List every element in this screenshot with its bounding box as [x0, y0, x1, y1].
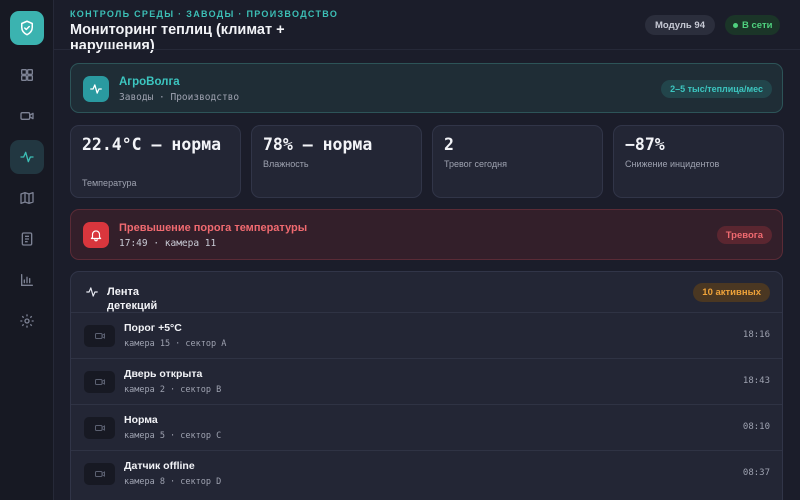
stat-label: Температура [82, 178, 137, 188]
row-title: Норма [124, 414, 158, 426]
app-logo[interactable] [10, 11, 44, 45]
activity-icon [20, 151, 34, 163]
stat-value: 22.4°C — норма [82, 135, 222, 154]
alert-badge: Тревога [716, 226, 772, 244]
status-badge: В сети [725, 15, 781, 35]
alert-title: Превышение порога температуры [119, 222, 308, 234]
online-dot-icon [733, 22, 738, 28]
feed-row[interactable]: Норма камера 5 · сектор C 08:10 [71, 404, 782, 450]
sidebar-item-settings[interactable] [10, 304, 44, 338]
row-time: 18:16 [742, 330, 770, 340]
sidebar-item-map[interactable] [10, 181, 44, 215]
price-badge: 2–5 тыс/теплица/мес [661, 80, 772, 98]
org-name: АгроВолга [119, 76, 180, 88]
sidebar-item-analytics[interactable] [10, 263, 44, 297]
document-icon [21, 232, 33, 246]
settings-icon [20, 314, 34, 328]
map-icon [20, 192, 34, 204]
row-thumbnail [84, 325, 115, 347]
alert-subtitle: 17:49 · камера 11 [119, 238, 217, 249]
row-subtitle: камера 5 · сектор C [124, 431, 222, 441]
alert-banner[interactable]: Превышение порога температуры 17:49 · ка… [70, 209, 783, 260]
row-time: 08:37 [742, 468, 770, 478]
header-divider [54, 49, 800, 50]
row-thumbnail [84, 371, 115, 393]
sidebar-item-dashboard[interactable] [10, 58, 44, 92]
bell-icon [90, 230, 102, 242]
row-time: 18:43 [742, 376, 770, 386]
feed-row[interactable]: Порог +5°C камера 15 · сектор A 18:16 [71, 312, 782, 358]
stat-value: 2 [444, 135, 454, 154]
camera-icon [94, 471, 105, 477]
detection-feed: Лента детекций 10 активных Порог +5°C ка… [70, 271, 783, 500]
row-subtitle: камера 2 · сектор B [124, 385, 222, 395]
feed-row[interactable]: Дверь открыта камера 2 · сектор B 18:43 [71, 358, 782, 404]
row-subtitle: камера 8 · сектор D [124, 477, 222, 487]
dashboard-icon [21, 69, 33, 81]
sidebar-item-reports[interactable] [10, 222, 44, 256]
stat-card-alarms: 2 Тревог сегодня [432, 125, 603, 198]
alert-icon-box [83, 222, 109, 248]
stat-label: Влажность [263, 159, 309, 169]
row-title: Дверь открыта [124, 368, 203, 380]
stat-label: Снижение инцидентов [625, 159, 720, 169]
row-title: Датчик offline [124, 460, 195, 472]
row-time: 08:10 [742, 422, 770, 432]
activity-icon [90, 84, 102, 94]
stat-value: −87% [625, 135, 665, 154]
feed-row[interactable]: Датчик offline камера 8 · сектор D 08:37 [71, 450, 782, 496]
bar-chart-icon [21, 274, 33, 286]
sidebar [0, 0, 54, 500]
row-thumbnail [84, 463, 115, 485]
module-badge: Модуль 94 [645, 15, 715, 35]
row-title: Порог +5°C [124, 322, 182, 334]
status-label: В сети [742, 19, 773, 31]
activity-icon [86, 287, 98, 297]
camera-icon [94, 379, 105, 385]
org-icon-box [83, 76, 109, 102]
stat-label: Тревог сегодня [444, 159, 507, 169]
camera-icon [20, 112, 34, 120]
shield-check-icon [21, 20, 33, 36]
org-subtitle: Заводы · Производство [119, 92, 240, 103]
camera-icon [94, 425, 105, 431]
stat-card-temperature: 22.4°C — норма Температура [70, 125, 241, 198]
sidebar-item-monitoring[interactable] [10, 140, 44, 174]
camera-icon [94, 333, 105, 339]
sidebar-item-cameras[interactable] [10, 99, 44, 133]
stat-value: 78% — норма [263, 135, 373, 154]
org-card[interactable]: АгроВолга Заводы · Производство 2–5 тыс/… [70, 63, 783, 113]
stat-card-humidity: 78% — норма Влажность [251, 125, 422, 198]
breadcrumb: КОНТРОЛЬ СРЕДЫ · ЗАВОДЫ · ПРОИЗВОДСТВО [70, 9, 339, 19]
active-count-badge: 10 активных [693, 283, 770, 302]
stat-card-incidents: −87% Снижение инцидентов [613, 125, 784, 198]
row-subtitle: камера 15 · сектор A [124, 339, 227, 349]
feed-title: Лента детекций [107, 286, 158, 312]
row-thumbnail [84, 417, 115, 439]
